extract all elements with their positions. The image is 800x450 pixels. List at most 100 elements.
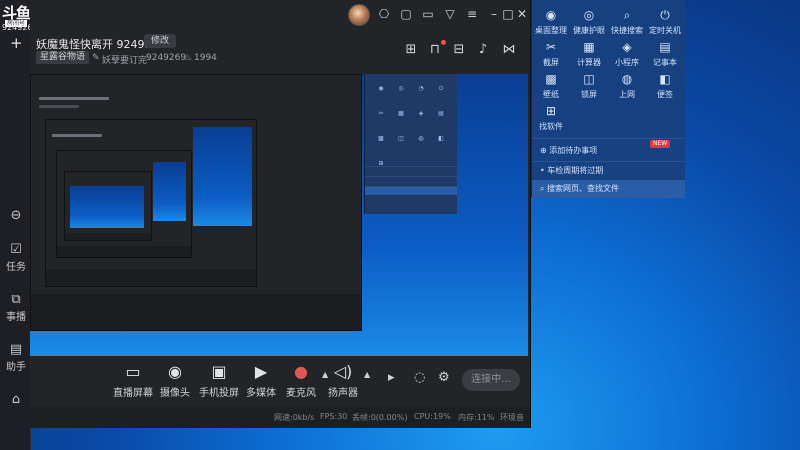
add-icon[interactable]: +	[10, 34, 23, 52]
sidebar-item-label: 事播	[6, 312, 26, 323]
qa-wallpaper[interactable]: ▩ 壁纸	[532, 72, 570, 100]
gift-box-icon[interactable]: ⊞	[402, 41, 420, 59]
start-stream-button[interactable]: 连接中...	[462, 369, 520, 391]
camera-icon: ◉	[168, 362, 182, 381]
eye-icon: ◎	[583, 8, 595, 22]
qa-power[interactable]: ⏻ 定时关机	[646, 8, 684, 36]
globe-icon: ◍	[621, 72, 633, 86]
more-icon[interactable]: ⊖	[2, 208, 30, 224]
qa-find-software[interactable]: ⊞ 找软件	[532, 104, 570, 132]
qa-eye[interactable]: ◎ 健康护眼	[570, 8, 608, 36]
qa-label: 小程序	[615, 58, 639, 67]
miniapp-icon: ◈	[622, 40, 632, 54]
calculator-icon: ▦	[583, 40, 595, 54]
qa-miniapp[interactable]: ◈ 小程序	[608, 40, 646, 68]
plus-icon: ⊕	[540, 146, 547, 155]
qa-label: 定时关机	[649, 26, 681, 35]
message-icon[interactable]: ▢	[398, 6, 414, 22]
qa-label: 上网	[619, 90, 635, 99]
qa-label: 截屏	[543, 58, 559, 67]
qa-label: 记事本	[653, 58, 677, 67]
subcategory: 妖孽要订完	[102, 56, 148, 66]
bell-icon[interactable]: ♪	[474, 41, 492, 59]
control-bar: ▭ 直播屏幕 ◉ 摄像头 ▣ 手机投屏 ▶ 多媒体 ● 麦克风 ▲ ◁) 扬声器…	[30, 356, 530, 404]
left-sidebar: 斗鱼 房间号 9249269 + ⊖ ☑ 任务 ⧉ 事播 ▤ 助手 ⌂	[0, 0, 38, 450]
lock-icon: ◫	[583, 72, 595, 86]
settings-gear-icon[interactable]: ⚙	[438, 370, 450, 385]
qa-search[interactable]: ⌕ 快捷搜索	[608, 8, 646, 36]
sidebar-item-label: 任务	[6, 262, 26, 273]
todo-add-item[interactable]: ⊕ 添加待办事项	[532, 142, 685, 160]
qa-label: 快捷搜索	[611, 26, 643, 35]
share-icon[interactable]: ⋈	[500, 41, 518, 59]
record-icon[interactable]: ▸	[388, 370, 395, 385]
dropped-frames: 丢帧:0(0.00%)	[352, 413, 408, 422]
speaker-button[interactable]: ◁) 扬声器	[318, 362, 368, 399]
audio-status: 环境音	[500, 413, 524, 422]
search-icon: ⌕	[540, 184, 545, 193]
wallet-icon[interactable]: ▭	[420, 6, 436, 22]
heat-count: 1994	[194, 53, 217, 63]
qa-label: 桌面整理	[535, 26, 567, 35]
home-icon[interactable]: ⌂	[2, 392, 30, 408]
web-search-item[interactable]: ⌕ 搜索网页、查找文件	[532, 180, 685, 198]
live-icon: ⧉	[11, 292, 21, 307]
qa-label: 便签	[657, 90, 673, 99]
todo-label: 添加待办事项	[549, 146, 598, 155]
assistant-icon: ▤	[9, 342, 23, 357]
sidebar-item-live[interactable]: ⧉ 事播	[2, 292, 30, 323]
cpu-usage: CPU:19%	[414, 412, 451, 421]
bullet-icon: •	[540, 166, 545, 175]
title-bar: ⎔ ▢ ▭ ▽ ≡ – □ ✕	[30, 0, 530, 28]
qa-calculator[interactable]: ▦ 计算器	[570, 40, 608, 68]
room-id: 9249269	[146, 53, 187, 63]
qa-screenshot[interactable]: ✂ 截屏	[532, 40, 570, 68]
scissors-icon: ✂	[545, 40, 557, 54]
qa-desktop[interactable]: ◉ 桌面整理	[532, 8, 570, 36]
qa-label: 健康护眼	[573, 26, 605, 35]
stream-preview[interactable]: ◉ ◎ ◔ ⏻ ✂ ▦ ◈ ▤ ▩ ◫ ◍ ◧ ⊞	[30, 74, 528, 356]
menu-icon[interactable]: ≡	[464, 6, 480, 22]
edit-category-icon[interactable]: ✎	[92, 53, 100, 63]
qa-lock[interactable]: ◫ 锁屏	[570, 72, 608, 100]
main-window: ⎔ ▢ ▭ ▽ ≡ – □ ✕ 妖魔鬼怪快离开 9249269 修改 星露谷物语…	[30, 0, 531, 428]
sidebar-item-label: 助手	[6, 362, 26, 373]
camera-button[interactable]: ◉ 摄像头	[150, 362, 200, 399]
control-label: 扬声器	[328, 388, 358, 399]
sidebar-item-task[interactable]: ☑ 任务	[2, 242, 30, 273]
status-bar: 网速:0kb/s FPS:30 丢帧:0(0.00%) CPU:19% 内存:1…	[30, 406, 530, 428]
search-label: 搜索网页、查找文件	[547, 184, 620, 193]
network-speed: 网速:0kb/s	[274, 413, 315, 422]
sticky-note-icon: ◧	[659, 72, 671, 86]
logo-text: 斗鱼	[1, 3, 31, 22]
shirt-icon[interactable]: ▽	[442, 6, 458, 22]
qa-label: 找软件	[539, 122, 563, 131]
notepad-icon: ▤	[659, 40, 671, 54]
gift-icon[interactable]: ⎔	[376, 6, 392, 22]
edit-title-button[interactable]: 修改	[144, 34, 177, 48]
nested-quick-panel: ◉ ◎ ◔ ⏻ ✂ ▦ ◈ ▤ ▩ ◫ ◍ ◧ ⊞	[364, 74, 457, 214]
memory-usage: 内存:11%	[458, 413, 495, 422]
unlock-icon[interactable]: ⊓	[426, 41, 444, 59]
speaker-options-chevron-icon[interactable]: ▲	[364, 370, 370, 379]
divider	[532, 138, 685, 139]
qa-label: 锁屏	[581, 90, 597, 99]
sidebar-item-assistant[interactable]: ▤ 助手	[2, 342, 30, 373]
qa-notepad[interactable]: ▤ 记事本	[646, 40, 684, 68]
wallpaper-icon: ▩	[545, 72, 557, 86]
avatar[interactable]	[348, 4, 370, 26]
qa-sticky-note[interactable]: ◧ 便签	[646, 72, 684, 100]
nested-capture	[30, 74, 362, 331]
heat-icon: ♨	[184, 53, 193, 63]
qa-internet[interactable]: ◍ 上网	[608, 72, 646, 100]
quick-action-panel: ◉ 桌面整理 ◎ 健康护眼 ⌕ 快捷搜索 ⏻ 定时关机 ✂ 截屏 ▦ 计算器 ◈…	[531, 0, 685, 198]
preview-icon[interactable]: ◌	[414, 370, 425, 385]
app-search-icon: ⊞	[545, 104, 557, 118]
close-icon[interactable]: ✕	[514, 6, 530, 22]
qa-label: 计算器	[577, 58, 601, 67]
layout-icon[interactable]: ⊟	[450, 41, 468, 59]
reminder-item[interactable]: • 车检周期将过期	[532, 162, 685, 180]
search-icon: ⌕	[623, 8, 631, 22]
qa-label: 壁纸	[543, 90, 559, 99]
category-badge[interactable]: 星露谷物语	[36, 51, 90, 64]
